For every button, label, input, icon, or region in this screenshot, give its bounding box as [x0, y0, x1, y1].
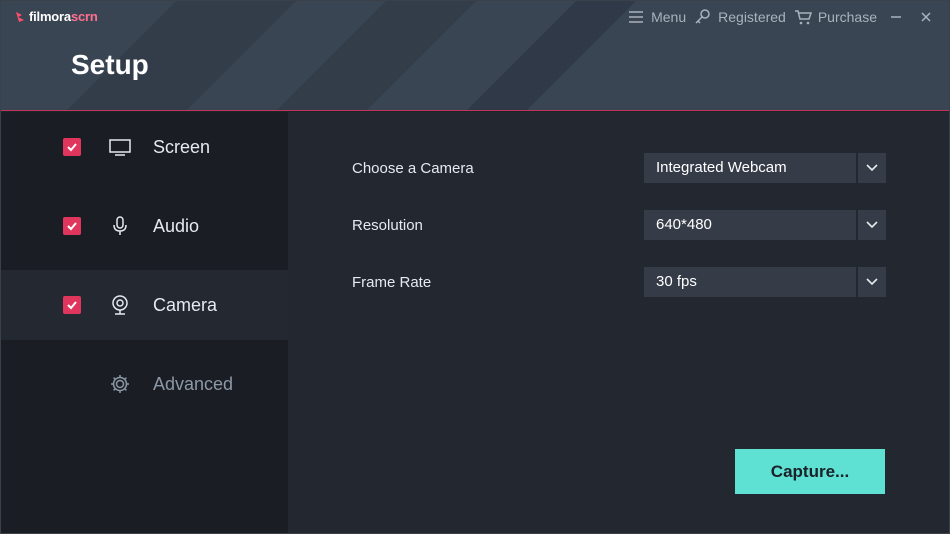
sidebar-item-advanced[interactable]: Advanced: [1, 349, 288, 419]
top-navigation: Menu Registered Purchase: [627, 7, 937, 27]
audio-checkbox[interactable]: [63, 217, 81, 235]
chevron-down-icon[interactable]: [858, 267, 886, 297]
close-icon: [921, 12, 931, 22]
purchase-label: Purchase: [817, 9, 877, 25]
sidebar-item-label: Camera: [153, 294, 218, 315]
purchase-button[interactable]: Purchase: [794, 8, 877, 26]
sidebar-item-label: Audio: [153, 215, 200, 236]
settings-sidebar: Screen Audio Camera Advanced: [1, 112, 288, 533]
registered-label: Registered: [718, 9, 786, 25]
hamburger-icon: [629, 11, 644, 23]
checkmark-icon: [67, 301, 77, 310]
logo-accent: scrn: [70, 9, 98, 24]
monitor-icon: [108, 135, 132, 159]
header-decoration: [466, 1, 636, 110]
sidebar-item-screen[interactable]: Screen: [1, 112, 288, 182]
camera-select[interactable]: Integrated Webcam: [644, 153, 886, 183]
resolution-label: Resolution: [352, 216, 423, 234]
camera-select-value: Integrated Webcam: [644, 153, 856, 183]
header: filmorascrn Setup Menu Registered Purcha…: [1, 1, 949, 111]
logo-mark-icon: [16, 11, 24, 22]
framerate-label: Frame Rate: [352, 273, 432, 291]
sidebar-item-audio[interactable]: Audio: [1, 191, 288, 261]
resolution-value: 640*480: [644, 210, 856, 240]
webcam-icon: [108, 293, 132, 317]
close-button[interactable]: [915, 7, 937, 27]
menu-label: Menu: [651, 9, 687, 25]
header-decoration: [276, 1, 476, 110]
sidebar-item-label: Screen: [153, 136, 211, 157]
resolution-select-row: Resolution 640*480: [352, 210, 886, 240]
resolution-select[interactable]: 640*480: [644, 210, 886, 240]
app-logo: filmorascrn: [15, 9, 98, 24]
framerate-select-row: Frame Rate 30 fps: [352, 267, 886, 297]
camera-select-label: Choose a Camera: [352, 159, 474, 177]
logo-main: filmora: [29, 9, 71, 24]
chevron-down-icon[interactable]: [858, 153, 886, 183]
framerate-value: 30 fps: [644, 267, 856, 297]
screen-checkbox[interactable]: [63, 138, 81, 156]
menu-button[interactable]: Menu: [627, 8, 686, 26]
camera-checkbox[interactable]: [63, 296, 81, 314]
framerate-select[interactable]: 30 fps: [644, 267, 886, 297]
microphone-icon: [108, 214, 132, 238]
app-window: filmorascrn Setup Menu Registered Purcha…: [0, 0, 950, 534]
key-icon: [695, 9, 710, 24]
gear-icon: [108, 372, 132, 396]
sidebar-item-camera[interactable]: Camera: [1, 270, 288, 340]
camera-select-row: Choose a Camera Integrated Webcam: [352, 153, 886, 183]
page-title: Setup: [71, 49, 149, 80]
cart-icon: [794, 10, 812, 25]
checkmark-icon: [67, 143, 77, 152]
logo-text: filmorascrn: [29, 9, 98, 24]
minimize-icon: [891, 16, 901, 18]
chevron-down-icon[interactable]: [858, 210, 886, 240]
capture-button[interactable]: Capture...: [735, 449, 885, 494]
sidebar-item-label: Advanced: [153, 373, 234, 394]
checkmark-icon: [67, 222, 77, 231]
camera-settings-panel: Choose a Camera Integrated Webcam Resolu…: [288, 112, 949, 533]
minimize-button[interactable]: [885, 7, 907, 27]
registered-button[interactable]: Registered: [694, 8, 786, 26]
